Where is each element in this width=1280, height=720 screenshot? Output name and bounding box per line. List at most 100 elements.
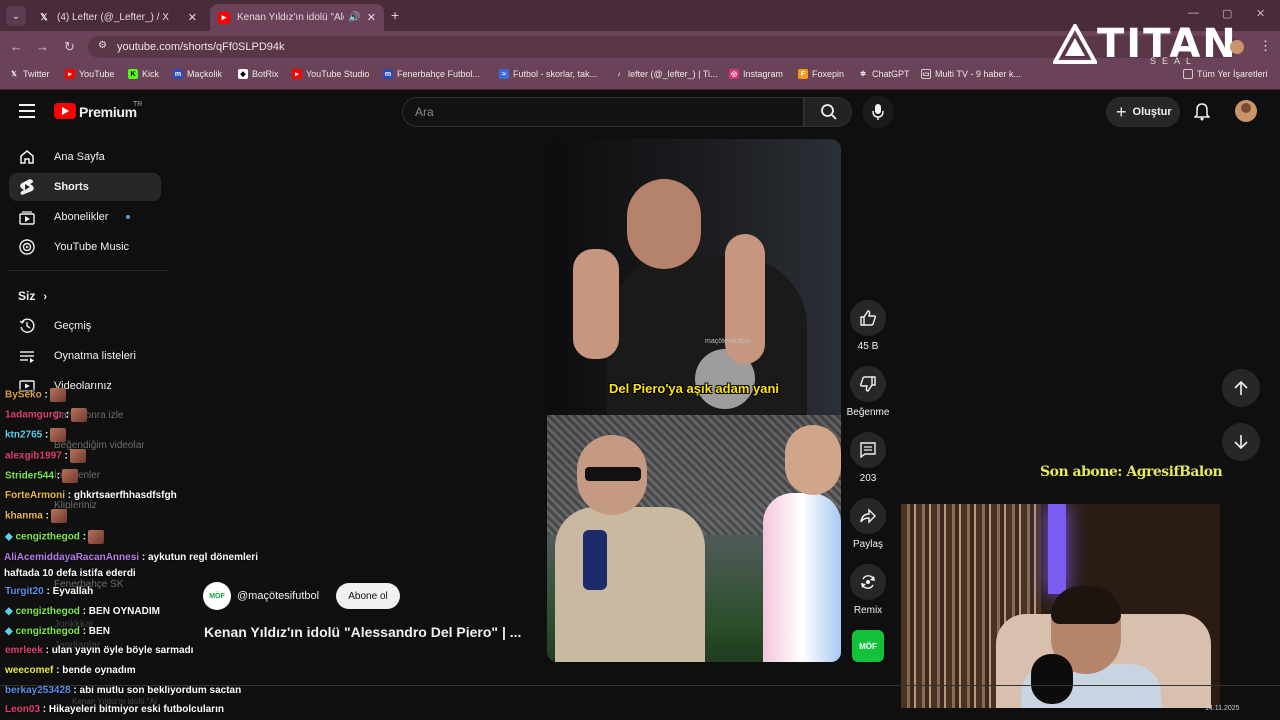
video-title[interactable]: Kenan Yıldız'ın idolü "Alessandro Del Pi…: [204, 624, 521, 640]
chat-text: : Eyvallah: [46, 586, 94, 597]
like-count: 45 B: [857, 341, 879, 352]
reload-button[interactable]: ↻: [64, 39, 75, 55]
bookmark-botrix[interactable]: ◆ BotRix: [238, 69, 279, 79]
bookmark-youtube[interactable]: ▸ YouTube: [65, 69, 114, 79]
search-button[interactable]: [804, 97, 852, 127]
search-placeholder: Ara: [415, 105, 434, 119]
chat-username: Leon03: [5, 704, 41, 715]
shorts-video-player[interactable]: maçötesifutbol Del Piero'ya aşık adam ya…: [547, 139, 841, 662]
voice-search-button[interactable]: [862, 96, 894, 128]
titan-mark-icon: [1053, 24, 1097, 64]
youtube-premium-logo[interactable]: Premium: [79, 104, 137, 120]
minimize-button[interactable]: —: [1188, 7, 1199, 19]
new-tab-button[interactable]: +: [391, 7, 399, 23]
sidebar-item-label: Geçmiş: [54, 320, 92, 332]
sidebar-divider: [9, 270, 169, 271]
video-top-frame: maçötesifutbol Del Piero'ya aşık adam ya…: [547, 139, 841, 417]
chat-username: AliAcemiddayaRacanAnnesi: [4, 552, 140, 563]
bookmark-mackolik[interactable]: m Maçkolik: [173, 69, 222, 79]
channel-thumbnail[interactable]: MÖF: [852, 630, 884, 662]
video-person-shape: [555, 507, 705, 662]
create-button[interactable]: + Oluştur: [1106, 97, 1180, 127]
previous-short-button[interactable]: [1222, 369, 1260, 407]
sidebar-item-music[interactable]: YouTube Music: [9, 233, 161, 261]
remix-button[interactable]: [850, 564, 886, 600]
sidebar-item-shorts[interactable]: Shorts: [9, 173, 161, 201]
bookmark-chatgpt[interactable]: ✲ ChatGPT: [858, 69, 909, 79]
bookmark-label: BotRix: [252, 69, 279, 79]
subscribe-button[interactable]: Abone ol: [336, 583, 400, 609]
mackolik-icon: m: [173, 69, 183, 79]
bookmark-tiktok[interactable]: ♪ lefter (@_lefter_) | Ti...: [614, 69, 718, 79]
back-button[interactable]: ←: [10, 39, 23, 54]
close-tab-icon[interactable]: ✕: [367, 11, 376, 24]
bookmark-label: Futbol - skorlar, tak...: [513, 69, 598, 79]
subscriptions-icon: [18, 208, 36, 226]
maximize-button[interactable]: ▢: [1222, 7, 1232, 20]
bookmark-kick[interactable]: K Kick: [128, 69, 159, 79]
notifications-button[interactable]: [1193, 103, 1211, 126]
browser-menu-icon[interactable]: ⋮: [1259, 38, 1272, 54]
bookmark-foxepin[interactable]: F Foxepin: [798, 69, 844, 79]
search-icon: [821, 104, 837, 120]
remix-label: Remix: [853, 605, 883, 616]
chat-badge-icon: ◆: [5, 606, 16, 617]
you-header-label: Siz: [18, 289, 36, 303]
sidebar-item-subscriptions[interactable]: Abonelikler: [9, 203, 161, 231]
bookmark-label: Foxepin: [812, 69, 845, 79]
channel-avatar[interactable]: MÖF: [203, 582, 231, 610]
hamburger-icon[interactable]: [19, 104, 35, 122]
bookmark-multitv[interactable]: ▭ Multi TV - 9 haber k...: [921, 69, 1021, 79]
chat-message: ktn2765 :: [5, 428, 67, 442]
folder-icon: [1183, 69, 1193, 79]
chat-username: Turgit20: [5, 586, 44, 597]
speaker-icon[interactable]: 🔊: [348, 12, 360, 23]
chat-text: : bende oynadım: [56, 665, 136, 676]
url-text[interactable]: youtube.com/shorts/qFf0SLPD94k: [117, 41, 285, 53]
shorts-icon: [18, 178, 36, 196]
bookmark-twitter[interactable]: 𝕏 Twitter: [9, 69, 50, 79]
sidebar-item-home[interactable]: Ana Sayfa: [9, 143, 161, 171]
bookmark-label: lefter (@_lefter_) | Ti...: [628, 69, 718, 79]
dislike-button[interactable]: [850, 366, 886, 402]
comment-icon: [860, 442, 876, 459]
close-window-button[interactable]: ✕: [1256, 7, 1265, 20]
extension-icon[interactable]: [1230, 40, 1244, 54]
sidebar-item-playlists[interactable]: Oynatma listeleri: [9, 342, 161, 370]
system-clock: 14.11.2025: [1205, 705, 1240, 712]
account-avatar[interactable]: [1235, 100, 1257, 122]
tab-x[interactable]: 𝕏 (4) Lefter (@_Lefter_) / X ✕: [30, 4, 205, 31]
forward-button[interactable]: →: [36, 39, 49, 54]
like-button[interactable]: [850, 300, 886, 336]
bookmark-fenerbahce[interactable]: m Fenerbahçe Futbol...: [383, 69, 480, 79]
chat-username: berkay253428: [5, 685, 71, 696]
chat-username: Strider544: [5, 470, 54, 482]
bookmark-instagram[interactable]: ◎ Instagram: [729, 69, 783, 79]
site-info-icon[interactable]: ⚙: [98, 40, 107, 51]
bookmark-label: Multi TV - 9 haber k...: [935, 69, 1021, 79]
bookmark-flashscore[interactable]: ≈ Futbol - skorlar, tak...: [499, 69, 597, 79]
youtube-logo-icon[interactable]: [54, 103, 76, 119]
chat-text: : BEN: [82, 626, 110, 637]
chat-text: :: [44, 389, 48, 401]
tab-title: Kenan Yıldız'ın idolü "Alessa: [237, 12, 344, 23]
bookmark-youtube-studio[interactable]: ▸ YouTube Studio: [292, 69, 369, 79]
search-input[interactable]: [402, 97, 804, 127]
comments-button[interactable]: [850, 432, 886, 468]
share-button[interactable]: [850, 498, 886, 534]
share-label: Paylaş: [852, 539, 883, 550]
all-bookmarks[interactable]: Tüm Yer İşaretleri: [1183, 69, 1268, 79]
tab-search-button[interactable]: ⌄: [6, 6, 26, 26]
bookmark-label: Twitter: [23, 69, 50, 79]
tab-youtube[interactable]: ▸ Kenan Yıldız'ın idolü "Alessa 🔊 ✕: [210, 4, 384, 31]
next-short-button[interactable]: [1222, 423, 1260, 461]
video-caption: Del Piero'ya aşık adam yani: [608, 381, 779, 396]
chatgpt-icon: ✲: [860, 71, 866, 78]
sidebar-item-history[interactable]: Geçmiş: [9, 312, 161, 340]
chat-username: weecomef: [5, 665, 54, 676]
channel-name[interactable]: @maçötesifutbol: [237, 590, 319, 602]
bookmark-label: Fenerbahçe Futbol...: [397, 69, 481, 79]
webcam-person-hair: [1051, 586, 1121, 624]
you-section-header[interactable]: Siz ›: [18, 289, 47, 303]
close-tab-icon[interactable]: ✕: [188, 11, 197, 24]
